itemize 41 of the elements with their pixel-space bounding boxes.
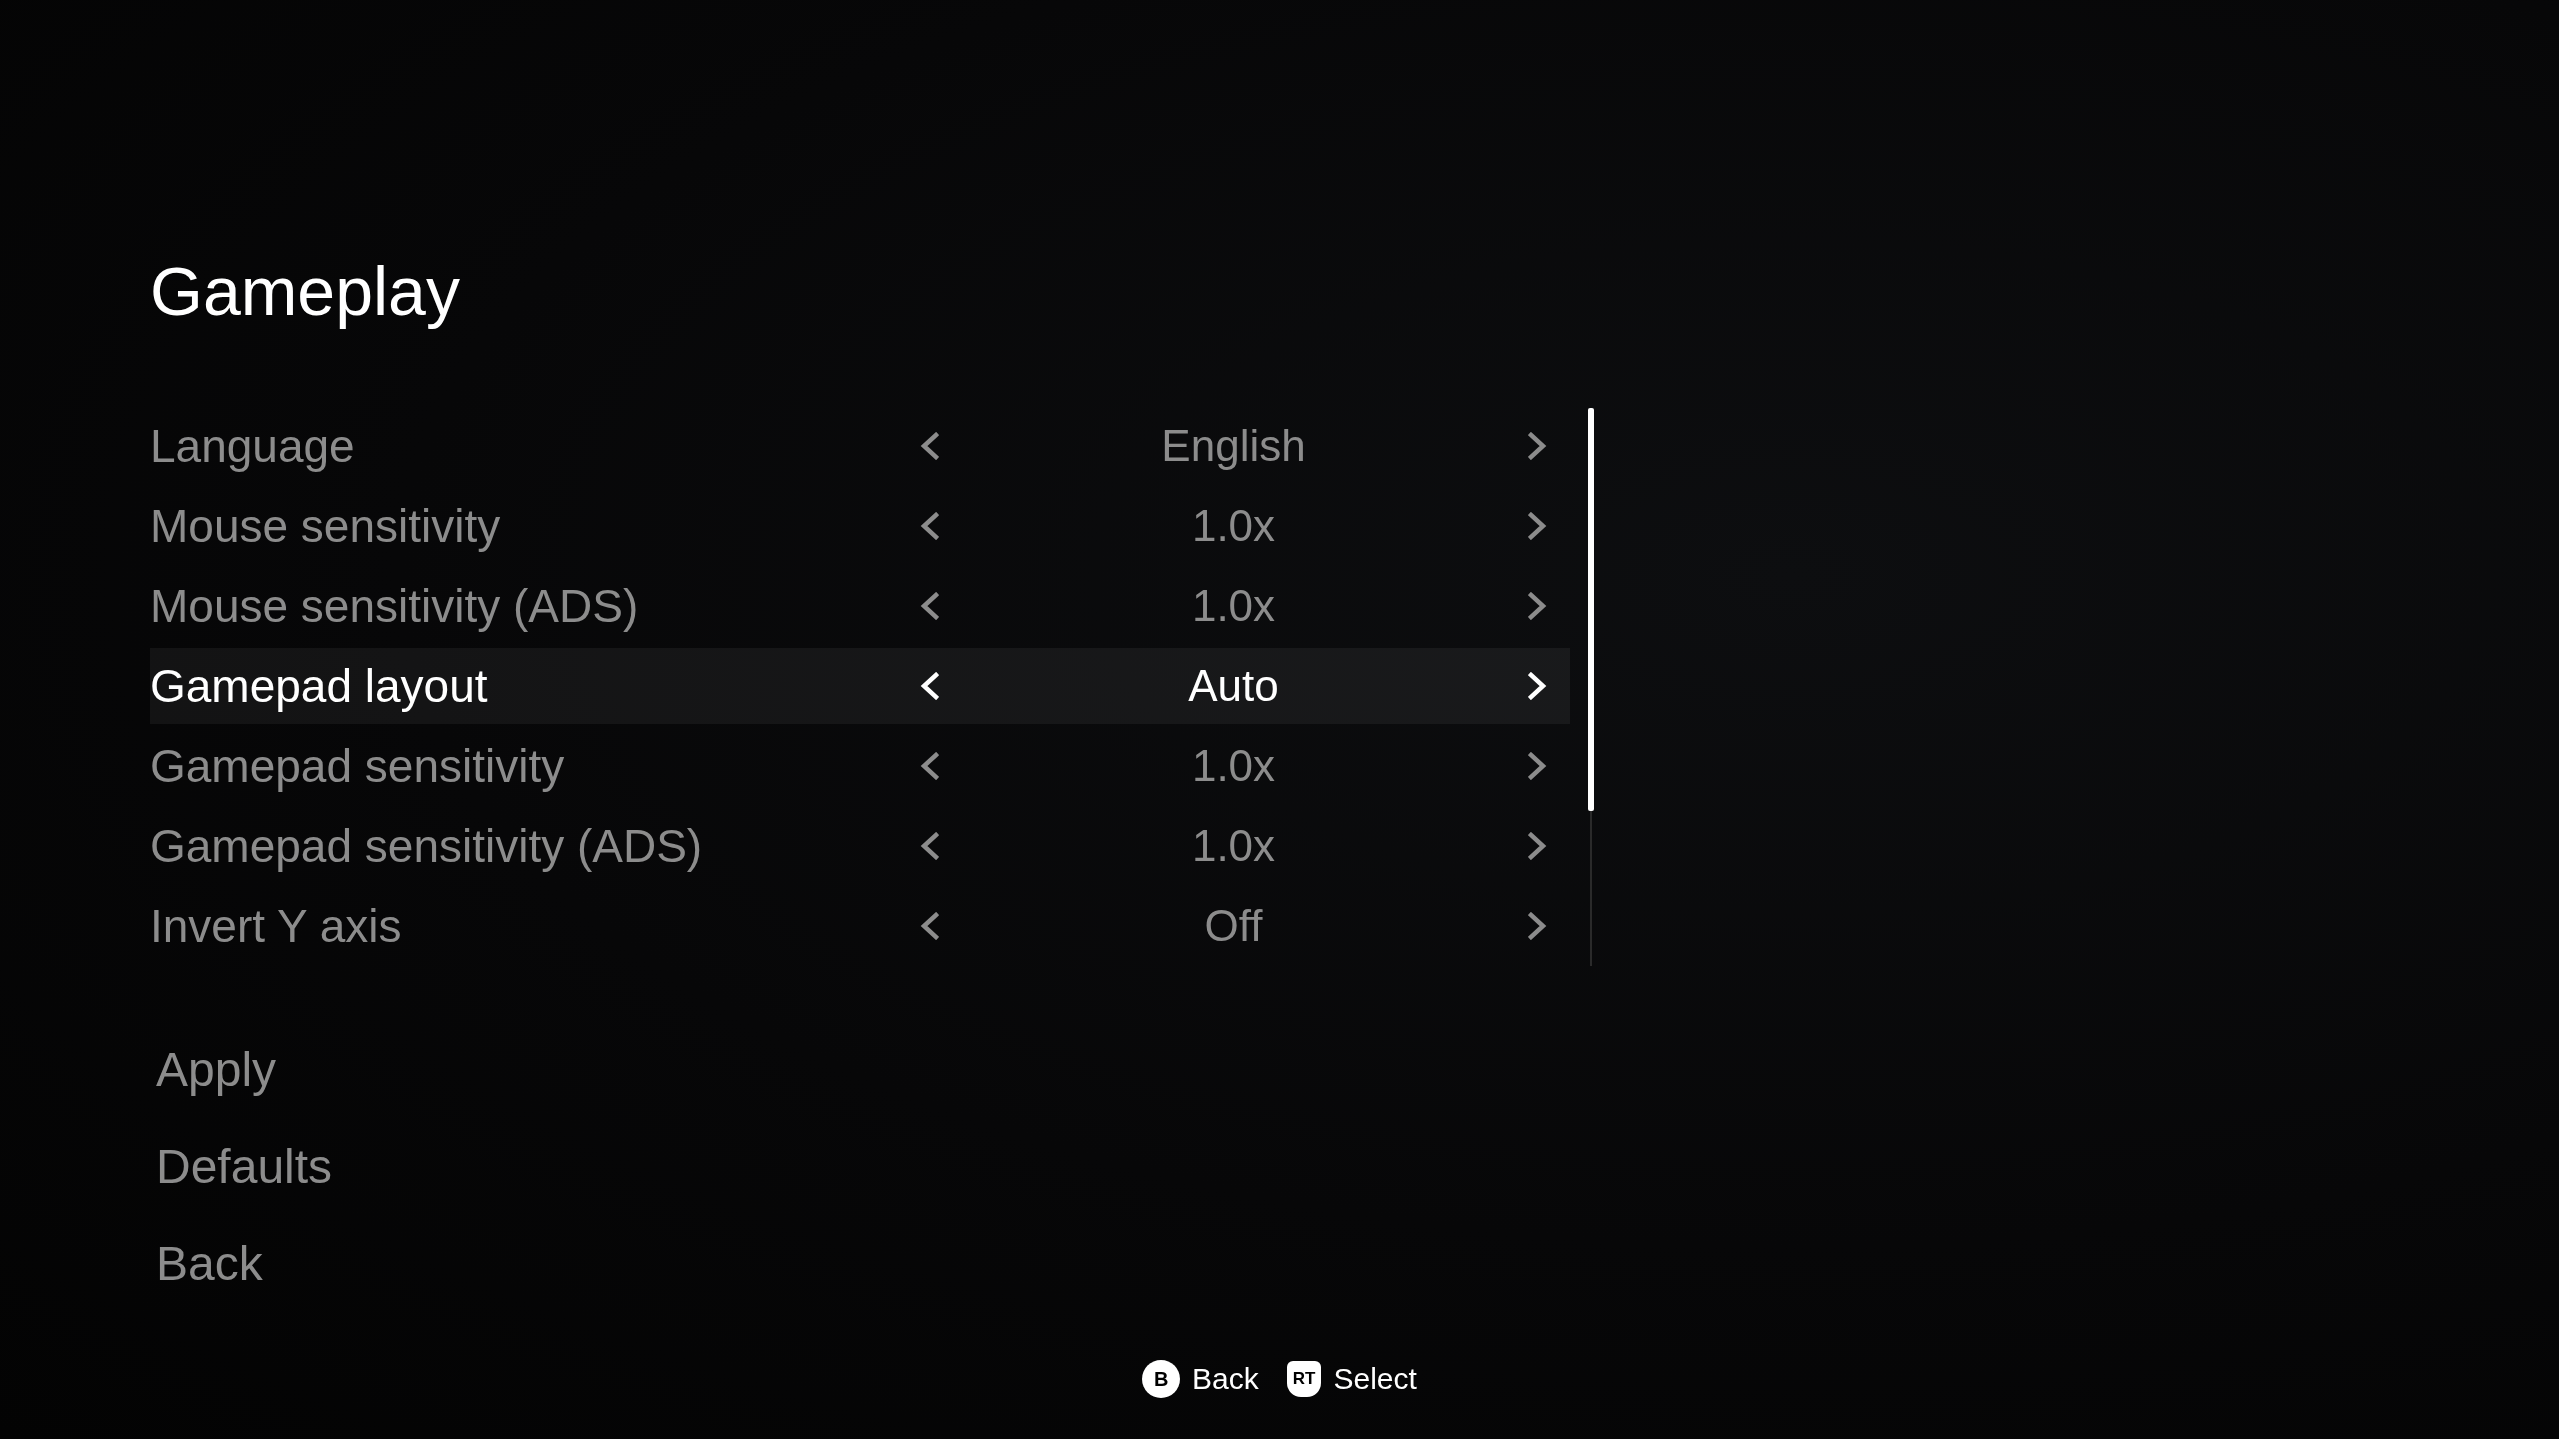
setting-row[interactable]: Gamepad sensitivity 1.0x: [150, 728, 1570, 804]
menu-action[interactable]: Apply: [150, 1032, 283, 1108]
chevron-right-icon[interactable]: [1528, 912, 1548, 940]
setting-value: 1.0x: [1191, 740, 1276, 792]
controller-key-glyph: RT: [1286, 1361, 1322, 1397]
page-title: Gameplay: [150, 252, 460, 331]
setting-value: English: [1161, 420, 1306, 472]
setting-row[interactable]: Invert Y axis Off: [150, 888, 1570, 964]
chevron-right-icon[interactable]: [1528, 512, 1548, 540]
setting-label: Gamepad sensitivity: [150, 739, 565, 794]
setting-label: Mouse sensitivity (ADS): [150, 579, 639, 634]
chevron-left-icon[interactable]: [919, 832, 939, 860]
setting-label: Gamepad layout: [150, 659, 488, 714]
setting-value: 1.0x: [1191, 500, 1276, 552]
setting-label: Language: [150, 419, 355, 474]
chevron-right-icon[interactable]: [1528, 752, 1548, 780]
setting-row[interactable]: Mouse sensitivity 1.0x: [150, 488, 1570, 564]
setting-row[interactable]: Language English: [150, 408, 1570, 484]
setting-label: Invert Y axis: [150, 899, 402, 954]
chevron-left-icon[interactable]: [919, 912, 939, 940]
menu-action[interactable]: Defaults: [150, 1129, 339, 1205]
hint-label: Back: [1192, 1361, 1259, 1397]
chevron-right-icon[interactable]: [1528, 432, 1548, 460]
chevron-right-icon[interactable]: [1528, 832, 1548, 860]
setting-label: Mouse sensitivity: [150, 499, 501, 554]
setting-value: 1.0x: [1191, 820, 1276, 872]
hint-label: Select: [1333, 1361, 1417, 1397]
setting-value: Off: [1204, 900, 1263, 952]
menu-action[interactable]: Back: [150, 1226, 269, 1302]
scrollbar-thumb[interactable]: [1588, 408, 1594, 811]
chevron-left-icon[interactable]: [919, 592, 939, 620]
chevron-left-icon[interactable]: [919, 512, 939, 540]
setting-label: Gamepad sensitivity (ADS): [150, 819, 703, 874]
chevron-left-icon[interactable]: [919, 752, 939, 780]
setting-row[interactable]: Gamepad sensitivity (ADS) 1.0x: [150, 808, 1570, 884]
controller-key-glyph: B: [1142, 1360, 1181, 1398]
setting-value: Auto: [1188, 660, 1279, 712]
chevron-left-icon[interactable]: [919, 432, 939, 460]
chevron-right-icon[interactable]: [1528, 592, 1548, 620]
setting-row[interactable]: Mouse sensitivity (ADS) 1.0x: [150, 568, 1570, 644]
setting-value: 1.0x: [1191, 580, 1276, 632]
